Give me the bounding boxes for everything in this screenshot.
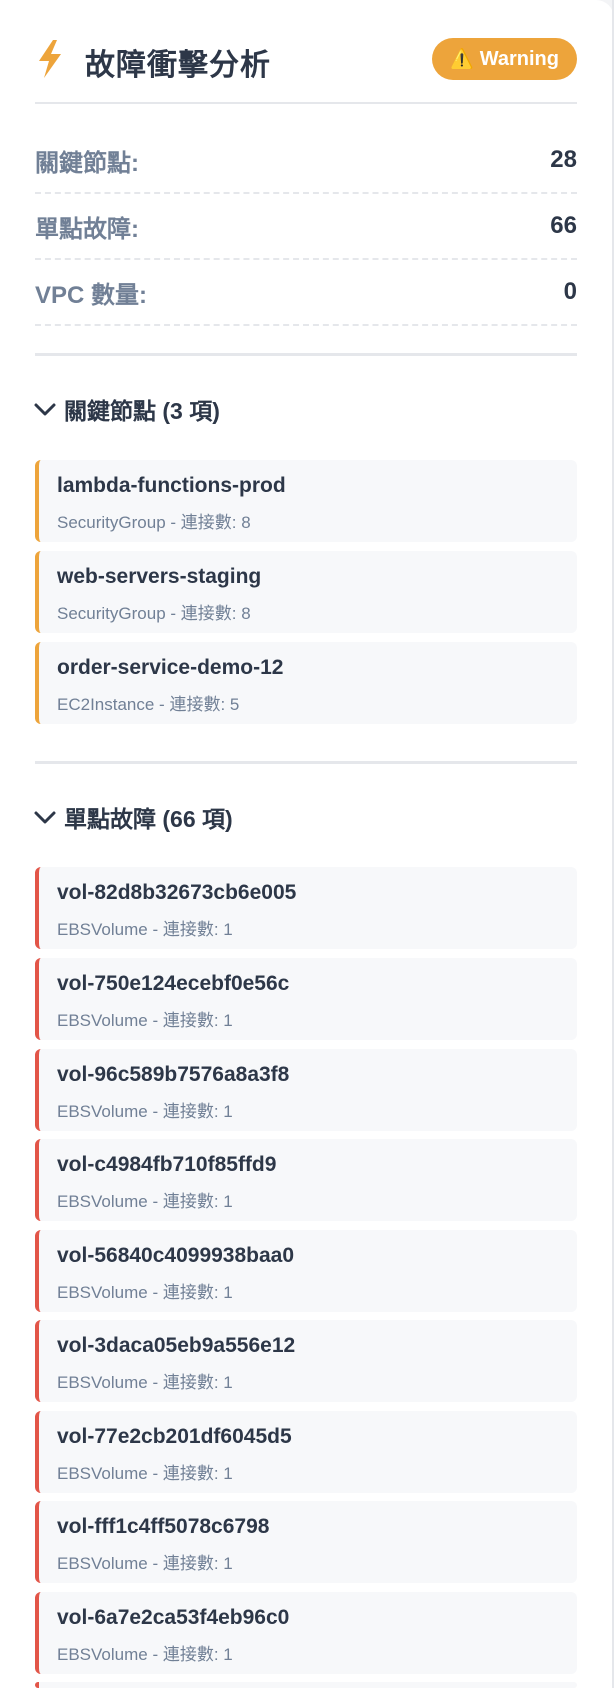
stat-label: 關鍵節點: [35, 149, 139, 177]
resource-detail: EBSVolume - 連接數: 1 [57, 1192, 233, 1211]
stat-single-points-of-failure: 單點故障: 66 [35, 194, 577, 260]
critical-nodes-toggle[interactable]: 關鍵節點 (3 項) [32, 391, 220, 427]
stat-value: 28 [550, 146, 577, 173]
critical-node-item[interactable]: lambda-functions-prod SecurityGroup - 連接… [35, 460, 577, 542]
stat-value: 66 [550, 212, 577, 239]
node-detail: EC2Instance - 連接數: 5 [57, 695, 240, 714]
node-detail: SecurityGroup - 連接數: 8 [57, 604, 251, 623]
resource-detail: EBSVolume - 連接數: 1 [57, 1102, 233, 1121]
resource-detail: EBSVolume - 連接數: 1 [57, 1011, 233, 1030]
node-detail: SecurityGroup - 連接數: 8 [57, 513, 251, 532]
status-badge-label: Warning [479, 47, 559, 70]
section-divider [35, 761, 577, 764]
spof-toggle[interactable]: 單點故障 (66 項) [32, 799, 233, 835]
stat-label: VPC 數量: [35, 281, 148, 309]
spof-item[interactable]: vol-c4984fb710f85ffd9 EBSVolume - 連接數: 1 [35, 1139, 577, 1221]
resource-name: vol-96c589b7576a8a3f8 [57, 1063, 290, 1086]
spof-item[interactable]: vol-750e124ecebf0e56c EBSVolume - 連接數: 1 [35, 958, 577, 1040]
panel-title: 故障衝擊分析 [85, 49, 271, 82]
status-badge: ⚠️ Warning [432, 38, 577, 80]
resource-name: vol-c4984fb710f85ffd9 [57, 1153, 277, 1176]
resource-name: vol-750e124ecebf0e56c [57, 972, 290, 995]
resource-detail: EBSVolume - 連接數: 1 [57, 1373, 233, 1392]
spof-heading: 單點故障 (66 項) [64, 806, 233, 832]
spof-item[interactable]: vol-56840c4099938baa0 EBSVolume - 連接數: 1 [35, 1230, 577, 1312]
warning-icon: ⚠️ [450, 49, 474, 70]
stat-vpc-count: VPC 數量: 0 [35, 260, 577, 326]
resource-detail: EBSVolume - 連接數: 1 [57, 1554, 233, 1573]
resource-detail: EBSVolume - 連接數: 1 [57, 1645, 233, 1664]
resource-name: vol-77e2cb201df6045d5 [57, 1425, 292, 1448]
critical-node-item[interactable]: web-servers-staging SecurityGroup - 連接數:… [35, 551, 577, 633]
resource-name: vol-6a7e2ca53f4eb96c0 [57, 1606, 290, 1629]
resource-name: vol-3daca05eb9a556e12 [57, 1334, 296, 1357]
resource-name: vol-fff1c4ff5078c6798 [57, 1515, 270, 1538]
stat-critical-nodes: 關鍵節點: 28 [35, 128, 577, 194]
resource-name: vol-82d8b32673cb6e005 [57, 881, 297, 904]
resource-name: vol-56840c4099938baa0 [57, 1244, 295, 1267]
critical-node-item[interactable]: order-service-demo-12 EC2Instance - 連接數:… [35, 642, 577, 724]
resource-detail: EBSVolume - 連接數: 1 [57, 1464, 233, 1483]
spof-item[interactable]: vol-3daca05eb9a556e12 EBSVolume - 連接數: 1 [35, 1320, 577, 1402]
impact-analysis-panel: 故障衝擊分析 ⚠️ Warning 關鍵節點: 28 單點故障: 66 VPC … [0, 0, 614, 1700]
spof-item[interactable]: vol-96c589b7576a8a3f8 EBSVolume - 連接數: 1 [35, 1049, 577, 1131]
resource-detail: EBSVolume - 連接數: 1 [57, 1283, 233, 1302]
chevron-down-icon [34, 811, 56, 824]
critical-nodes-heading: 關鍵節點 (3 項) [64, 398, 220, 424]
spof-item[interactable]: vol-6a7e2ca53f4eb96c0 EBSVolume - 連接數: 1 [35, 1592, 577, 1674]
section-divider [35, 353, 577, 356]
spof-item-partial[interactable] [35, 1682, 577, 1688]
resource-detail: EBSVolume - 連接數: 1 [57, 920, 233, 939]
lightning-bolt-icon [39, 40, 61, 78]
node-name: order-service-demo-12 [57, 656, 284, 679]
spof-item[interactable]: vol-82d8b32673cb6e005 EBSVolume - 連接數: 1 [35, 867, 577, 949]
spof-item[interactable]: vol-fff1c4ff5078c6798 EBSVolume - 連接數: 1 [35, 1501, 577, 1583]
panel-header: 故障衝擊分析 ⚠️ Warning [35, 34, 577, 104]
node-name: lambda-functions-prod [57, 474, 286, 497]
stat-label: 單點故障: [35, 215, 139, 243]
node-name: web-servers-staging [57, 565, 262, 588]
spof-item[interactable]: vol-77e2cb201df6045d5 EBSVolume - 連接數: 1 [35, 1411, 577, 1493]
stat-value: 0 [563, 278, 577, 305]
chevron-down-icon [34, 403, 56, 416]
